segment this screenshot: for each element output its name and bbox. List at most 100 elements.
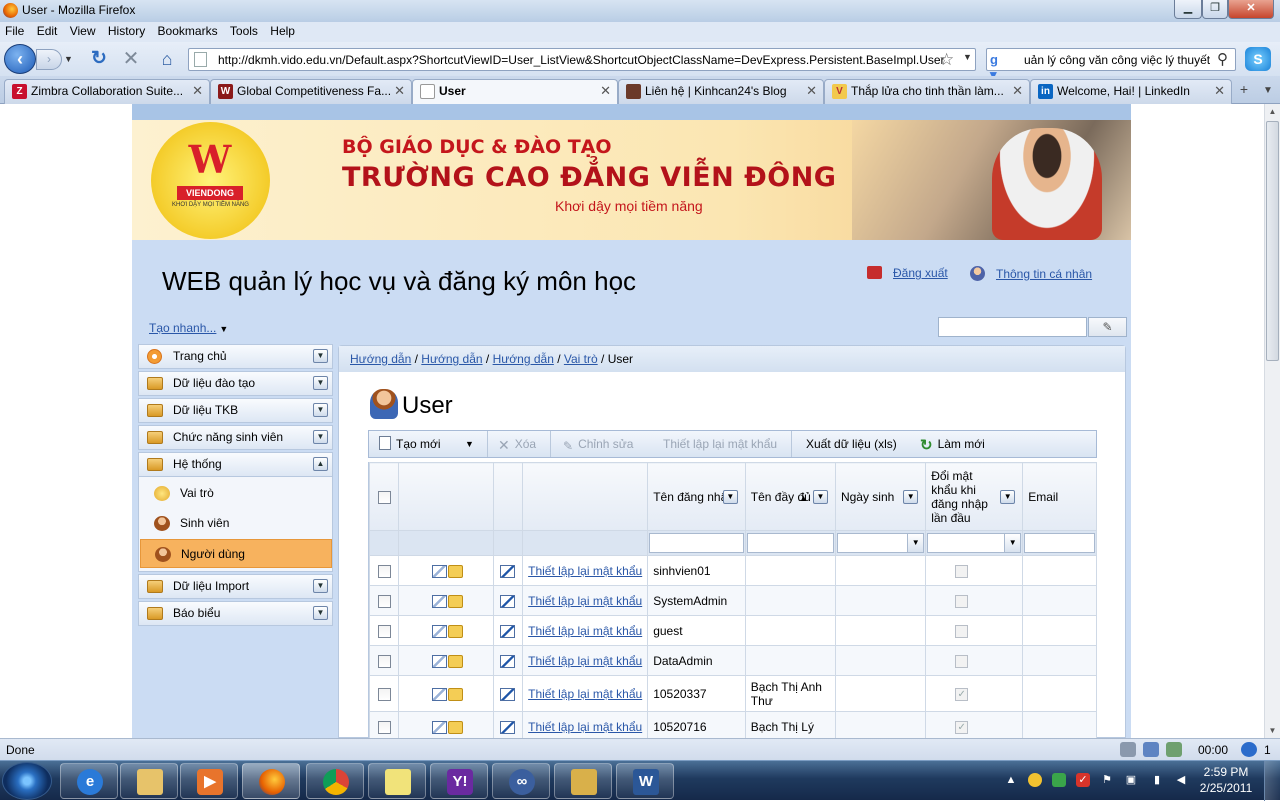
url-bar[interactable]: http://dkmh.vido.edu.vn/Default.aspx?Sho… [188,48,976,71]
tab-close-icon[interactable]: ✕ [192,80,203,102]
new-item-icon[interactable] [447,594,463,608]
table-row[interactable]: Thiết lập lại mật khẩu guest [369,615,1097,646]
taskbar-chrome[interactable] [306,763,364,799]
new-item-icon[interactable] [447,654,463,668]
taskbar-notes[interactable] [368,763,426,799]
minimize-button[interactable]: ▁ [1174,0,1202,19]
tab-close-icon[interactable]: ✕ [1012,80,1023,102]
tab-list-icon[interactable]: ▼ [1260,81,1276,101]
breadcrumb-link[interactable]: Hướng dẫn [350,352,411,366]
maximize-button[interactable]: ❐ [1202,0,1228,19]
filter-dropdown-icon[interactable]: ▼ [812,490,828,504]
new-tab-icon[interactable]: + [1234,81,1254,101]
tab-thap-lua[interactable]: V Thắp lửa cho tinh thần làm... ✕ [824,79,1030,104]
edit-button[interactable]: ✎ Chỉnh sửa [563,431,633,457]
messenger-tray-icon[interactable] [1028,773,1042,787]
action-center-icon[interactable]: ⚑ [1100,773,1114,787]
tab-linkedin[interactable]: in Welcome, Hai! | LinkedIn ✕ [1030,79,1232,104]
back-button[interactable]: ‹ [4,44,36,74]
filter-dropdown-icon[interactable]: ▼ [903,490,919,504]
inline-edit-icon[interactable] [431,594,447,608]
start-button[interactable] [2,762,52,800]
tab-user[interactable]: User ✕ [412,79,618,105]
menu-edit[interactable]: Edit [32,22,62,38]
antivirus-tray-icon[interactable]: ✓ [1076,773,1090,787]
sidebar-item-reports[interactable]: Báo biểu ▼ [138,601,333,626]
tab-close-icon[interactable]: ✕ [806,80,817,102]
chevron-down-icon[interactable]: ▼ [313,606,328,620]
sidebar-item-training-data[interactable]: Dữ liệu đào tạo ▼ [138,371,333,396]
new-button[interactable]: Tạo mới [379,431,441,457]
reset-password-link[interactable]: Thiết lập lại mật khẩu [522,555,649,586]
menu-help[interactable]: Help [265,22,299,38]
taskbar-word[interactable]: W [616,763,674,799]
row-checkbox[interactable] [377,687,391,701]
device-tray-icon[interactable]: ▣ [1124,773,1138,787]
info-icon[interactable] [1143,742,1159,757]
reload-icon[interactable]: ↻ [88,48,110,70]
taskbar-ie[interactable]: e [60,763,118,799]
home-icon[interactable]: ⌂ [155,48,179,70]
edit-icon[interactable] [500,594,516,608]
table-row[interactable]: Thiết lập lại mật khẩu sinhvien01 [369,555,1097,586]
chevron-up-icon[interactable]: ▲ [313,457,328,471]
row-checkbox[interactable] [377,720,391,734]
select-all-checkbox[interactable] [377,490,391,504]
username-filter-input[interactable] [649,533,744,553]
sidebar-subitem-roles[interactable]: Vai trò [140,479,332,508]
menu-bookmarks[interactable]: Bookmarks [153,22,222,38]
url-dropdown-icon[interactable]: ▼ [963,52,972,62]
stop-icon[interactable]: ✕ [120,48,142,70]
sidebar-item-import-data[interactable]: Dữ liệu Import ▼ [138,574,333,599]
inline-edit-icon[interactable] [431,720,447,734]
chevron-down-icon[interactable]: ▼ [313,349,328,363]
row-checkbox[interactable] [377,564,391,578]
delete-button[interactable]: ✕ Xóa [498,431,536,457]
monitor-icon[interactable] [1166,742,1182,757]
breadcrumb-link[interactable]: Hướng dẫn [493,352,554,366]
header-username[interactable]: Tên đăng nhập ▼ [647,462,746,531]
header-fullname[interactable]: Tên đầy đủ ▲ ▼ [744,462,836,531]
edit-icon[interactable] [500,624,516,638]
history-dropdown-icon[interactable]: ▼ [64,52,76,66]
show-hidden-icons[interactable]: ▲ [1004,773,1018,787]
scrollbar-thumb[interactable] [1266,121,1279,361]
filter-dropdown-icon[interactable]: ▼ [1000,490,1016,504]
close-button[interactable]: ✕ [1228,0,1274,19]
tab-zimbra[interactable]: Z Zimbra Collaboration Suite... ✕ [4,79,210,104]
new-dropdown-icon[interactable]: ▼ [465,431,474,457]
export-button[interactable]: Xuất dữ liệu (xls) [806,431,897,457]
chevron-down-icon[interactable]: ▼ [313,430,328,444]
site-search-input[interactable] [938,317,1087,337]
taskbar-media[interactable]: ▶ [180,763,238,799]
tab-global-competitiveness[interactable]: W Global Competitiveness Fa... ✕ [210,79,412,104]
tab-kinhcan24[interactable]: Liên hệ | Kinhcan24's Blog ✕ [618,79,824,104]
skype-icon[interactable]: S [1245,47,1271,71]
menu-file[interactable]: File [0,22,28,38]
scroll-up-icon[interactable]: ▲ [1265,104,1280,119]
sidebar-item-system[interactable]: Hệ thống ▲ [138,452,333,477]
new-item-icon[interactable] [447,720,463,734]
header-change-password[interactable]: Đổi mật khẩu khi đăng nhập lần đầu ▼ [925,462,1024,531]
inline-edit-icon[interactable] [431,687,447,701]
taskbar-explorer[interactable] [120,763,178,799]
fullname-filter-input[interactable] [746,533,834,553]
edit-icon[interactable] [500,654,516,668]
show-desktop-button[interactable] [1264,761,1280,801]
chevron-down-icon[interactable]: ▼ [313,403,328,417]
sidebar-item-timetable-data[interactable]: Dữ liệu TKB ▼ [138,398,333,423]
table-row[interactable]: Thiết lập lại mật khẩu 10520716 Bạch Thị L… [369,711,1097,738]
refresh-button[interactable]: ↻ Làm mới [920,431,985,457]
edit-icon[interactable] [500,687,516,701]
dob-filter-input[interactable]: ▼ [836,533,925,553]
quick-create-menu[interactable]: Tạo nhanh... ▼ [149,321,228,335]
filter-dropdown-icon[interactable]: ▼ [722,490,738,504]
network-icon[interactable]: ▮ [1150,773,1164,787]
inline-edit-icon[interactable] [431,654,447,668]
new-item-icon[interactable] [447,624,463,638]
inline-edit-icon[interactable] [431,564,447,578]
addon-icon[interactable] [1120,742,1136,757]
sidebar-subitem-users[interactable]: Người dùng [140,539,332,568]
edit-icon[interactable] [500,720,516,734]
table-row[interactable]: Thiết lập lại mật khẩu SystemAdmin [369,585,1097,616]
